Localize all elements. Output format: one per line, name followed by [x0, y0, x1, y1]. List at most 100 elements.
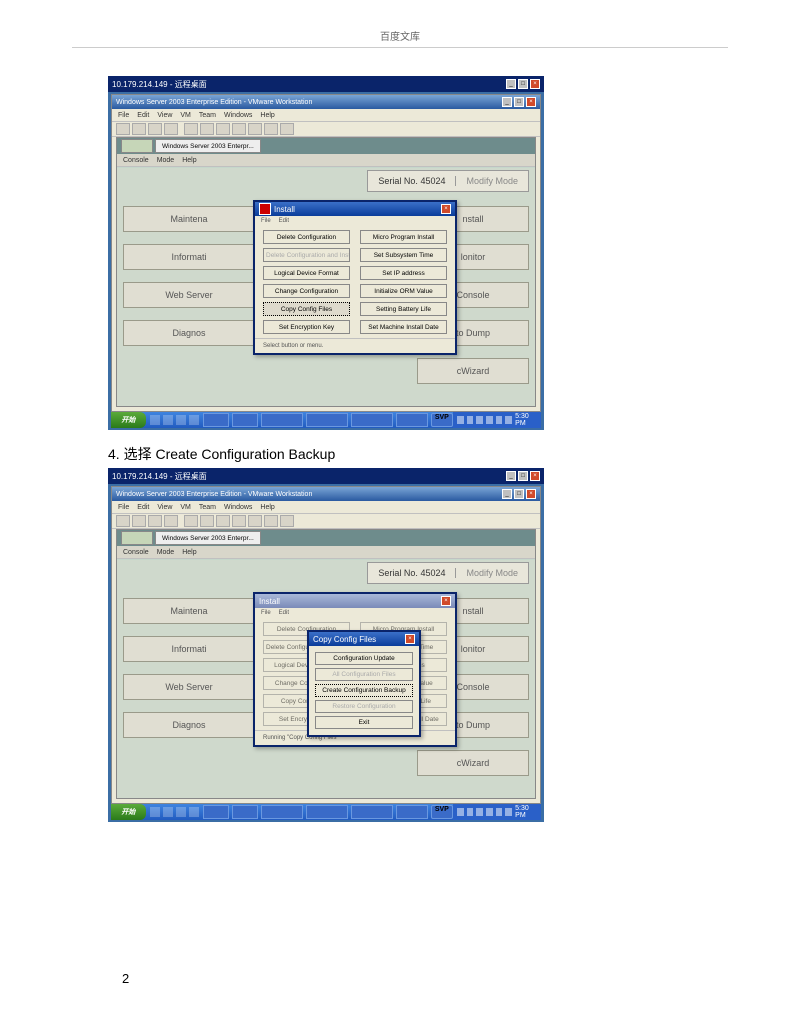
tray-clock: 5:30 PM: [515, 805, 537, 819]
btn-set-encryption-key[interactable]: Set Encryption Key: [263, 320, 350, 334]
serial-bar: Serial No. 45024 Modify Mode: [367, 170, 529, 192]
vmware-toolbar[interactable]: [112, 122, 540, 137]
task-buttons[interactable]: SVP: [203, 413, 453, 427]
btn-information[interactable]: Informati: [123, 636, 255, 662]
dialog-icon: [259, 203, 271, 215]
menu-file[interactable]: File: [118, 112, 129, 119]
btn-maintenance[interactable]: Maintena: [123, 598, 255, 624]
task-svp-badge[interactable]: SVP: [431, 413, 453, 427]
btn-set-subsystem-time[interactable]: Set Subsystem Time: [360, 248, 447, 262]
install-dialog-body: Delete Configuration Micro Program Insta…: [255, 226, 455, 338]
vm-tab[interactable]: Windows Server 2003 Enterpr...: [155, 531, 261, 545]
vmware-menubar[interactable]: File Edit View VM Team Windows Help: [112, 501, 540, 514]
system-tray[interactable]: 5:30 PM: [453, 804, 541, 820]
copy-dialog-title: Copy Config Files: [313, 635, 376, 644]
btn-initialize-orm[interactable]: Initialize ORM Value: [360, 284, 447, 298]
svp-menu-help[interactable]: Help: [182, 157, 196, 164]
svp-workarea: Serial No. 45024 Modify Mode Maintena ns…: [117, 168, 535, 406]
vm-tab[interactable]: Windows Server 2003 Enterpr...: [155, 139, 261, 153]
page-number: 2: [122, 971, 129, 986]
btn-all-config-files: All Configuration Files: [315, 668, 413, 681]
svp-menu-console[interactable]: Console: [123, 157, 149, 164]
btn-maintenance[interactable]: Maintena: [123, 206, 255, 232]
modify-mode-button[interactable]: Modify Mode: [455, 568, 528, 578]
menu-help[interactable]: Help: [260, 112, 274, 119]
btn-delete-and-install[interactable]: Delete Configuration and Install: [263, 248, 350, 262]
system-tray[interactable]: 5:30 PM: [453, 412, 541, 428]
doc-header: 百度文库: [0, 0, 800, 43]
btn-diagnose[interactable]: Diagnos: [123, 712, 255, 738]
btn-configuration-update[interactable]: Configuration Update: [315, 652, 413, 665]
copy-dialog-close[interactable]: ×: [405, 634, 415, 644]
btn-exit[interactable]: Exit: [315, 716, 413, 729]
vmware-titlebar: Windows Server 2003 Enterprise Edition -…: [112, 95, 540, 109]
vm-tabstrip[interactable]: Windows Server 2003 Enterpr...: [117, 530, 535, 546]
btn-restore-config: Restore Configuration: [315, 700, 413, 713]
install-dialog-menu[interactable]: File Edit: [255, 216, 455, 226]
btn-set-machine-install-date[interactable]: Set Machine Install Date: [360, 320, 447, 334]
svp-menu-mode[interactable]: Mode: [157, 157, 175, 164]
vmware-controls[interactable]: _□×: [502, 489, 536, 499]
step-4-text: 4. 选择 Create Configuration Backup: [108, 444, 800, 464]
btn-microprogram-install[interactable]: Micro Program Install: [360, 230, 447, 244]
btn-webserver[interactable]: Web Server: [123, 282, 255, 308]
btn-set-ip-address[interactable]: Set IP address: [360, 266, 447, 280]
rdp-title: 10.179.214.149 - 远程桌面: [112, 79, 207, 90]
home-tab-icon[interactable]: [121, 139, 153, 153]
rdp-controls[interactable]: _□×: [506, 79, 540, 89]
vmware-title: Windows Server 2003 Enterprise Edition -…: [116, 99, 312, 106]
svp-menubar[interactable]: Console Mode Help: [117, 546, 535, 559]
btn-logical-device-format[interactable]: Logical Device Format: [263, 266, 350, 280]
btn-diagnose[interactable]: Diagnos: [123, 320, 255, 346]
serial-bar: Serial No. 45024 Modify Mode: [367, 562, 529, 584]
quick-launch[interactable]: [150, 415, 199, 425]
btn-information[interactable]: Informati: [123, 244, 255, 270]
menu-windows[interactable]: Windows: [224, 112, 252, 119]
btn-cwizard[interactable]: cWizard: [417, 358, 529, 384]
btn-delete-config[interactable]: Delete Configuration: [263, 230, 350, 244]
vmware-window: Windows Server 2003 Enterprise Edition -…: [111, 94, 541, 412]
copy-dialog-titlebar: Copy Config Files ×: [309, 632, 419, 646]
start-button[interactable]: 开始: [111, 804, 146, 820]
task-buttons[interactable]: SVP: [203, 805, 453, 819]
btn-copy-config-files[interactable]: Copy Config Files: [263, 302, 350, 316]
vmware-titlebar: Windows Server 2003 Enterprise Edition -…: [112, 487, 540, 501]
install-dialog-titlebar: Install ×: [255, 202, 455, 216]
taskbar[interactable]: 开始 SVP 5:30 PM: [111, 412, 541, 428]
home-tab-icon[interactable]: [121, 531, 153, 545]
btn-setting-battery-life[interactable]: Setting Battery Life: [360, 302, 447, 316]
vmware-toolbar[interactable]: [112, 514, 540, 529]
copy-config-dialog: Copy Config Files × Configuration Update…: [307, 630, 421, 737]
menu-team[interactable]: Team: [199, 112, 216, 119]
btn-create-config-backup[interactable]: Create Configuration Backup: [315, 684, 413, 697]
modify-mode-button[interactable]: Modify Mode: [455, 176, 528, 186]
svp-menubar[interactable]: Console Mode Help: [117, 154, 535, 167]
screenshot-2: 10.179.214.149 - 远程桌面 _□× Windows Server…: [108, 468, 544, 822]
taskbar[interactable]: 开始 SVP 5:30 PM: [111, 804, 541, 820]
rdp-controls[interactable]: _□×: [506, 471, 540, 481]
vmware-menubar[interactable]: File Edit View VM Team Windows Help: [112, 109, 540, 122]
menu-view[interactable]: View: [157, 112, 172, 119]
btn-change-config[interactable]: Change Configuration: [263, 284, 350, 298]
svp-workarea: Serial No. 45024 Modify Mode Maintena ns…: [117, 560, 535, 798]
task-svp-badge[interactable]: SVP: [431, 805, 453, 819]
menu-edit[interactable]: Edit: [137, 112, 149, 119]
start-button[interactable]: 开始: [111, 412, 146, 428]
menu-vm[interactable]: VM: [180, 112, 191, 119]
rdp-titlebar: 10.179.214.149 - 远程桌面 _□×: [108, 468, 544, 484]
guest-desktop: Windows Server 2003 Enterpr... Console M…: [116, 137, 536, 407]
copy-dialog-body: Configuration Update All Configuration F…: [309, 646, 419, 735]
install-dialog-close[interactable]: ×: [441, 204, 451, 214]
install-dialog-status: Select button or menu.: [255, 338, 455, 353]
install-dialog-titlebar-inactive: Install ×: [255, 594, 455, 608]
quick-launch[interactable]: [150, 807, 199, 817]
rdp-titlebar: 10.179.214.149 - 远程桌面 _□×: [108, 76, 544, 92]
btn-cwizard[interactable]: cWizard: [417, 750, 529, 776]
vmware-window: Windows Server 2003 Enterprise Edition -…: [111, 486, 541, 804]
serial-number: Serial No. 45024: [368, 176, 455, 186]
screenshot-1: 10.179.214.149 - 远程桌面 _□× Windows Server…: [108, 76, 544, 430]
install-dialog: Install × File Edit Delete Configuration…: [253, 200, 457, 355]
btn-webserver[interactable]: Web Server: [123, 674, 255, 700]
vmware-controls[interactable]: _□×: [502, 97, 536, 107]
vm-tabstrip[interactable]: Windows Server 2003 Enterpr...: [117, 138, 535, 154]
